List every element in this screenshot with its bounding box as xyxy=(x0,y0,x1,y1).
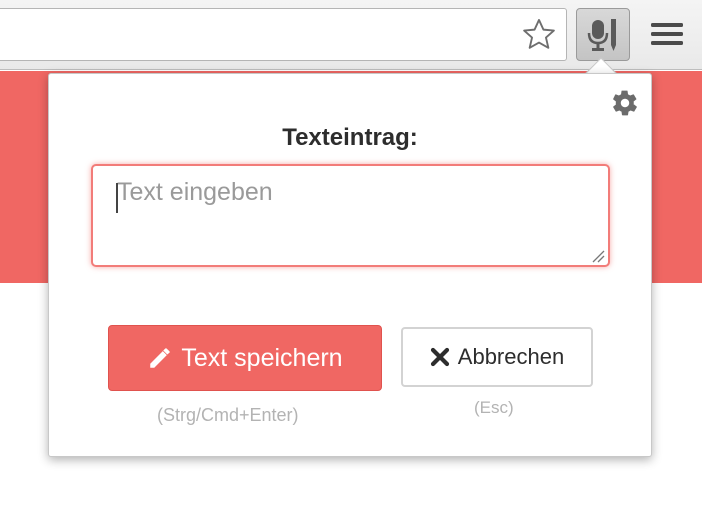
resize-grip-icon[interactable] xyxy=(591,249,605,263)
address-bar[interactable] xyxy=(0,8,567,61)
hamburger-menu-icon[interactable] xyxy=(649,21,685,47)
star-icon[interactable] xyxy=(520,16,558,54)
save-button-label: Text speichern xyxy=(181,343,343,372)
text-input[interactable] xyxy=(91,164,610,267)
gear-icon[interactable] xyxy=(611,89,639,117)
save-shortcut-hint: (Strg/Cmd+Enter) xyxy=(157,405,299,425)
extension-button[interactable] xyxy=(576,8,630,61)
text-entry-popup: Texteintrag: Text speichern Abbrechen (S… xyxy=(48,73,652,457)
text-cursor xyxy=(116,183,118,213)
pencil-icon xyxy=(150,348,171,368)
cancel-shortcut-hint: (Esc) xyxy=(474,398,514,417)
cancel-button-label: Abbrechen xyxy=(457,344,565,369)
save-text-button[interactable]: Text speichern xyxy=(108,325,382,391)
microphone-pen-icon xyxy=(587,19,616,51)
popup-title: Texteintrag: xyxy=(282,124,418,151)
cancel-button[interactable]: Abbrechen xyxy=(401,327,593,387)
close-icon xyxy=(430,347,449,367)
browser-toolbar xyxy=(0,0,702,70)
